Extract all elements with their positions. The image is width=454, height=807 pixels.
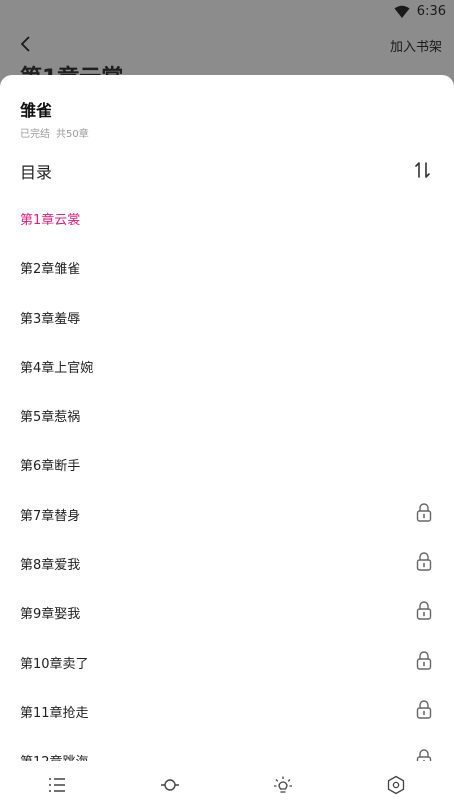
chapter-item[interactable]: 第1章云裳 [0, 193, 454, 242]
list-icon [48, 777, 65, 792]
chapter-label: 第5章惹祸 [20, 410, 81, 426]
chapter-item[interactable]: 第6章断手 [0, 439, 454, 488]
chapter-item[interactable]: 第3章羞辱 [0, 292, 454, 341]
wifi-icon [394, 5, 410, 18]
tab-brightness[interactable] [226, 762, 339, 807]
lock-icon [416, 552, 432, 571]
chapter-list: 第1章云裳第2章雏雀第3章羞辱第4章上官婉 第5章惹祸第6章断手第7章替身第8章爱… [0, 193, 454, 761]
toc-header: 目录 [20, 163, 53, 182]
chapter-label: 第4章上官婉 [20, 360, 94, 376]
chapter-item[interactable]: 第9章娶我 [0, 587, 454, 636]
chapter-label: 第9章娶我 [20, 607, 81, 623]
chapter-label: 第12章跳海 [20, 751, 89, 761]
chapter-item[interactable]: 第10章卖了 [0, 637, 454, 686]
book-status: 已完结 [20, 129, 50, 140]
tab-progress[interactable] [113, 762, 226, 807]
chapter-item[interactable]: 第5章惹祸 [0, 390, 454, 439]
tab-settings[interactable] [339, 762, 452, 807]
tab-catalog[interactable] [0, 762, 113, 807]
chapter-item[interactable]: 第12章跳海 [0, 735, 454, 761]
brightness-icon [273, 776, 292, 793]
lock-icon [416, 601, 432, 621]
chapter-label: 第6章断手 [20, 459, 81, 475]
lock-icon [416, 749, 432, 761]
status-time: 6:36 [416, 4, 446, 19]
chapter-label: 第10章卖了 [20, 656, 89, 672]
chapter-item[interactable]: 第2章雏雀 [0, 242, 454, 291]
chapter-label: 第11章抢走 [20, 705, 89, 721]
lock-icon [416, 650, 432, 670]
progress-icon [160, 778, 179, 791]
reader-top-bar: 加入书架 [0, 24, 454, 64]
chapter-sheet: 雏雀 已完结 共50章 目录 第1章云裳第2章雏雀第3章羞辱第4章上官婉 第5章惹祸… [0, 75, 454, 807]
sort-icon[interactable] [414, 161, 432, 179]
settings-icon [387, 775, 404, 794]
back-icon[interactable] [16, 34, 36, 54]
chapter-item[interactable]: 第11章抢走 [0, 686, 454, 735]
chapter-item[interactable]: 第4章上官婉 [0, 341, 454, 390]
chapter-item[interactable]: 第7章替身 [0, 489, 454, 538]
chapter-label: 第1章云裳 [20, 213, 81, 228]
chapter-count: 共50章 [56, 129, 89, 140]
book-meta: 已完结 共50章 [20, 125, 89, 140]
chapter-label: 第2章雏雀 [20, 262, 81, 278]
chapter-label: 第8章爱我 [20, 558, 81, 574]
bottom-toolbar [0, 762, 454, 807]
status-bar: 6:36 [0, 0, 454, 24]
chapter-item[interactable]: 第8章爱我 [0, 538, 454, 587]
lock-icon [416, 700, 432, 719]
chapter-label: 第7章替身 [20, 508, 81, 524]
book-title: 雏雀 [20, 101, 53, 120]
add-to-shelf-button[interactable]: 加入书架 [390, 36, 442, 55]
chapter-label: 第3章羞辱 [20, 311, 81, 327]
lock-icon [416, 503, 432, 522]
